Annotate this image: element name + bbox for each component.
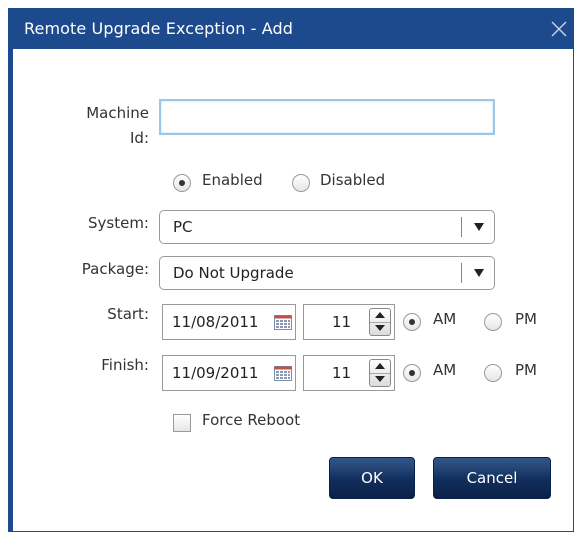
- package-select[interactable]: Do Not Upgrade: [159, 256, 495, 290]
- ok-button[interactable]: OK: [329, 457, 415, 499]
- spin-down-icon[interactable]: [370, 322, 390, 335]
- start-hour-stepper[interactable]: 11: [303, 304, 395, 340]
- system-label: System:: [88, 214, 149, 232]
- finish-hour-spinner: [369, 359, 391, 387]
- remote-upgrade-exception-dialog: Remote Upgrade Exception - Add Machine I…: [8, 8, 574, 532]
- system-select-value: PC: [173, 218, 193, 236]
- calendar-icon[interactable]: [274, 315, 292, 330]
- finish-date-value: 11/09/2011: [172, 364, 259, 382]
- spin-down-icon[interactable]: [370, 373, 390, 386]
- dialog-body: Machine Id: Enabled Disabled System: PC …: [9, 49, 573, 531]
- finish-label: Finish:: [101, 356, 149, 374]
- start-hour-spinner: [369, 308, 391, 336]
- system-select-separator: [461, 217, 462, 237]
- finish-am-radio[interactable]: [403, 364, 421, 382]
- start-pm-radio[interactable]: [484, 313, 502, 331]
- start-am-radio[interactable]: [403, 313, 421, 331]
- finish-pm-label: PM: [515, 361, 537, 379]
- start-date-input[interactable]: 11/08/2011: [162, 304, 296, 340]
- system-select[interactable]: PC: [159, 210, 495, 244]
- package-label: Package:: [81, 260, 149, 278]
- machine-id-input[interactable]: [159, 99, 495, 135]
- spin-up-icon[interactable]: [370, 360, 390, 374]
- start-label: Start:: [107, 305, 149, 323]
- close-icon[interactable]: [547, 17, 571, 41]
- disabled-label: Disabled: [320, 171, 386, 189]
- spin-up-icon[interactable]: [370, 309, 390, 323]
- cancel-button[interactable]: Cancel: [433, 457, 551, 499]
- finish-date-input[interactable]: 11/09/2011: [162, 355, 296, 391]
- package-select-separator: [461, 263, 462, 283]
- dialog-titlebar: Remote Upgrade Exception - Add: [9, 9, 573, 49]
- start-hour-value: 11: [332, 313, 352, 331]
- disabled-radio[interactable]: [292, 174, 310, 192]
- chevron-down-icon[interactable]: [474, 223, 484, 231]
- start-pm-label: PM: [515, 310, 537, 328]
- finish-hour-stepper[interactable]: 11: [303, 355, 395, 391]
- force-reboot-label: Force Reboot: [202, 411, 301, 429]
- force-reboot-checkbox[interactable]: [173, 414, 191, 432]
- start-date-value: 11/08/2011: [172, 313, 259, 331]
- finish-am-label: AM: [433, 361, 457, 379]
- calendar-icon[interactable]: [274, 366, 292, 381]
- finish-hour-value: 11: [332, 364, 352, 382]
- machine-id-label: Machine Id:: [63, 101, 149, 151]
- machine-id-label-line1: Machine: [86, 104, 149, 122]
- start-am-label: AM: [433, 310, 457, 328]
- finish-pm-radio[interactable]: [484, 364, 502, 382]
- chevron-down-icon[interactable]: [474, 269, 484, 277]
- machine-id-label-line2: Id:: [130, 129, 149, 147]
- enabled-label: Enabled: [202, 171, 263, 189]
- enabled-radio[interactable]: [173, 174, 191, 192]
- dialog-title: Remote Upgrade Exception - Add: [24, 19, 293, 38]
- package-select-value: Do Not Upgrade: [173, 264, 294, 282]
